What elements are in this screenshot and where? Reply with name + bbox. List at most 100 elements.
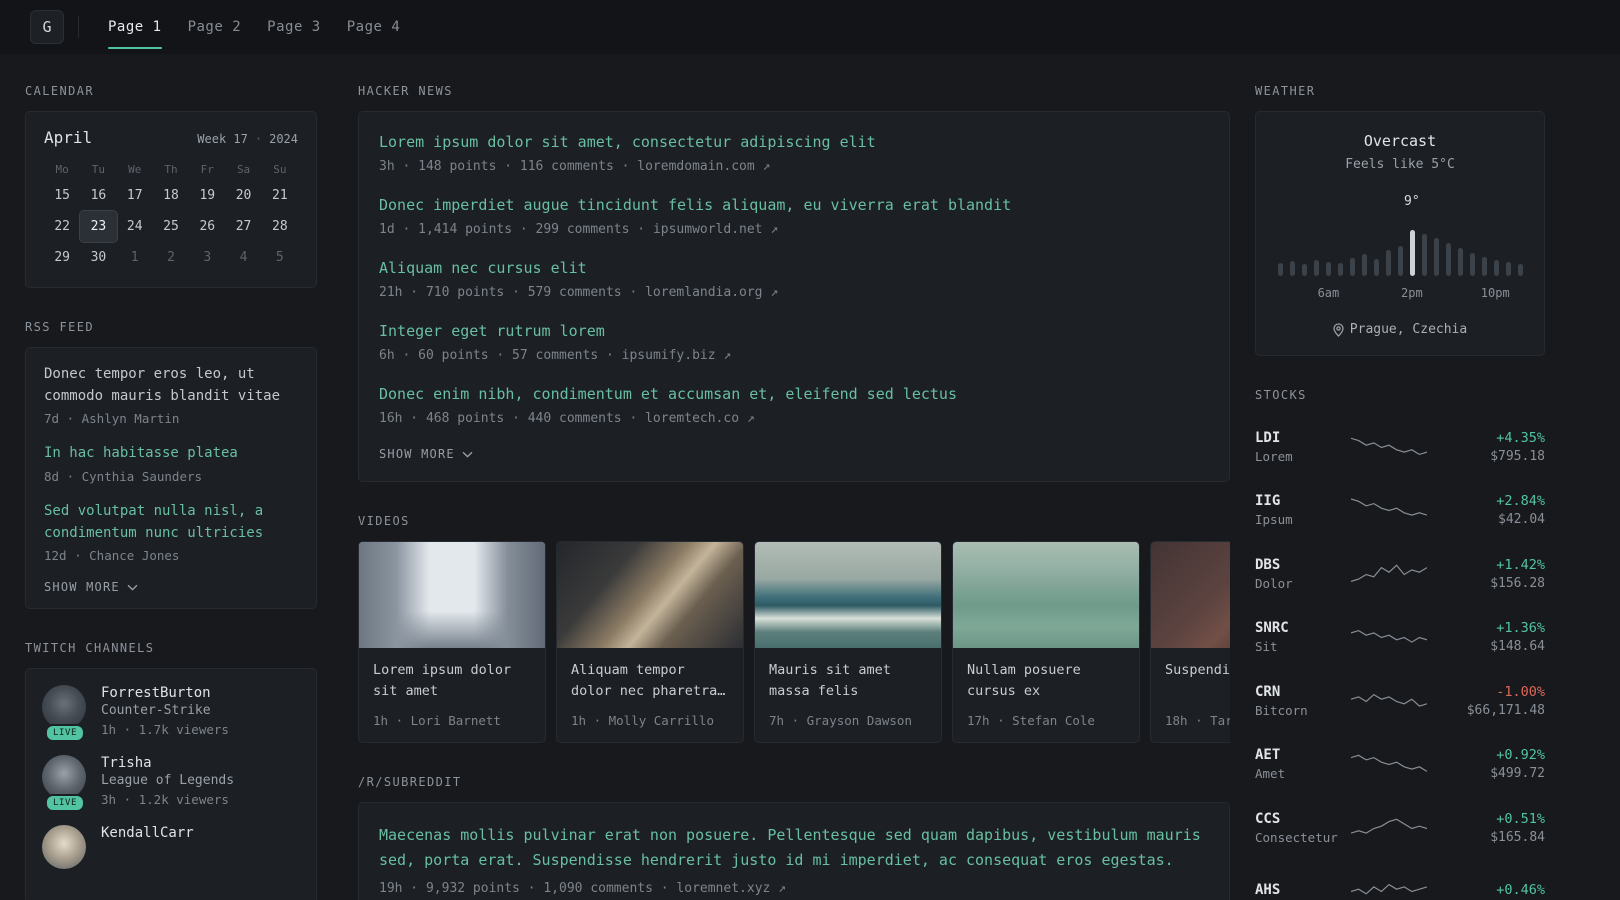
twitch-card: LIVE ForrestBurton Counter-Strike 1h · 1.7k…	[25, 668, 317, 900]
stock-change: +1.36%	[1496, 620, 1545, 637]
video-title[interactable]: Aliquam tempor dolor nec pharetra…	[571, 660, 729, 704]
video-thumbnail	[755, 542, 941, 648]
weather-bar	[1409, 230, 1415, 276]
stock-row: LDI Lorem +4.35% $795.18	[1255, 415, 1545, 479]
hackernews-item-title[interactable]: Aliquam nec cursus elit	[379, 258, 1209, 279]
rss-widget-title: RSS FEED	[25, 320, 94, 334]
hackernews-item-meta: 3h · 148 points · 116 comments · loremdo…	[379, 159, 1209, 174]
hackernews-item-title[interactable]: Donec enim nibh, condimentum et accumsan…	[379, 384, 1209, 405]
show-more-label: SHOW MORE	[44, 580, 120, 595]
calendar-day: 22	[54, 219, 70, 234]
video-title[interactable]: Mauris sit amet massa felis	[769, 660, 927, 704]
hackernews-item: Integer eget rutrum lorem 6h · 60 points …	[379, 321, 1209, 363]
calendar-week-year: Week 17 · 2024	[197, 132, 298, 146]
hackernews-item-title[interactable]: Donec imperdiet augue tincidunt felis al…	[379, 195, 1209, 216]
calendar-day-name: Sa	[236, 163, 251, 176]
twitch-channel-row[interactable]: KendallCarr	[42, 825, 300, 870]
weather-bar	[1385, 250, 1391, 276]
center-column: HACKER NEWS Lorem ipsum dolor sit amet, …	[358, 84, 1230, 900]
video-card[interactable]: Suspendisse diam 18h · Tara	[1150, 541, 1230, 743]
stock-row: IIG Ipsum +2.84% $42.04	[1255, 479, 1545, 543]
subreddit-widget-title: /R/SUBREDDIT	[358, 775, 462, 789]
hackernews-item-title[interactable]: Lorem ipsum dolor sit amet, consectetur …	[379, 132, 1209, 153]
calendar-day: 3	[203, 250, 212, 265]
twitch-channel-row[interactable]: LIVE Trisha League of Legends 3h · 1.2k vie…	[42, 755, 300, 813]
weather-bar	[1301, 264, 1307, 276]
hackernews-item-meta-text: 6h · 60 points · 57 comments ·	[379, 348, 622, 363]
chevron-down-icon	[462, 451, 473, 458]
stock-row: AHS +0.46%	[1255, 860, 1545, 900]
tab-page-3[interactable]: Page 3	[254, 0, 334, 54]
hackernews-item-title[interactable]: Integer eget rutrum lorem	[379, 321, 1209, 342]
subreddit-post-title[interactable]: Maecenas mollis pulvinar erat non posuer…	[379, 823, 1209, 873]
avatar	[42, 755, 86, 800]
stock-price: $156.28	[1490, 575, 1545, 591]
tab-page-4[interactable]: Page 4	[334, 0, 414, 54]
stock-ticker: DBS	[1255, 556, 1281, 573]
weather-bar	[1373, 259, 1379, 276]
rss-card: Donec tempor eros leo, ut commodo mauris…	[25, 347, 317, 610]
twitch-channel-row[interactable]: LIVE ForrestBurton Counter-Strike 1h · 1.7k…	[42, 685, 300, 743]
stock-change: +0.46%	[1496, 881, 1545, 898]
video-title[interactable]: Suspendisse diam	[1165, 660, 1230, 704]
avatar	[42, 825, 86, 870]
calendar-header-row: April Week 17 · 2024	[44, 128, 298, 147]
stock-sparkline	[1351, 498, 1427, 516]
hackernews-item-meta-text: 3h · 148 points · 116 comments ·	[379, 159, 638, 174]
video-title[interactable]: Nullam posuere cursus ex	[967, 660, 1125, 704]
hackernews-item: Donec imperdiet augue tincidunt felis al…	[379, 195, 1209, 237]
tab-page-1[interactable]: Page 1	[95, 0, 175, 54]
calendar-day: 27	[235, 219, 252, 234]
video-meta: 1h · Lori Barnett	[373, 713, 501, 728]
calendar-day: 15	[54, 188, 70, 203]
subreddit-post-domain-link[interactable]: loremnet.xyz ↗	[676, 881, 786, 896]
calendar-widget: CALENDAR April Week 17 · 2024 Mo Tu We Th Fr…	[25, 84, 317, 288]
show-more-button[interactable]: SHOW MORE	[379, 447, 1209, 461]
weather-widget-title: WEATHER	[1255, 84, 1316, 98]
stock-info: AET Amet	[1255, 747, 1351, 781]
hackernews-item: Lorem ipsum dolor sit amet, consectetur …	[379, 132, 1209, 174]
hackernews-item-domain-link[interactable]: loremdomain.com ↗	[637, 159, 770, 174]
calendar-day-names: Mo Tu We Th Fr Sa Su	[44, 163, 298, 176]
rss-item-title[interactable]: Donec tempor eros leo, ut commodo mauris…	[44, 364, 298, 407]
hackernews-item-domain-link[interactable]: loremlandia.org ↗	[645, 285, 778, 300]
twitch-avatar-wrap: LIVE	[42, 685, 88, 743]
video-thumbnail	[953, 542, 1139, 648]
stock-price: $499.72	[1490, 766, 1545, 782]
hackernews-widget: HACKER NEWS Lorem ipsum dolor sit amet, …	[358, 84, 1230, 482]
stock-name: Amet	[1255, 766, 1286, 782]
calendar-day: 25	[163, 219, 179, 234]
video-card[interactable]: Lorem ipsum dolor sit amet consectetu… 1h…	[358, 541, 546, 743]
video-card[interactable]: Mauris sit amet massa felis 7h · Grayson …	[754, 541, 942, 743]
weather-bar	[1481, 257, 1487, 276]
tab-page-2[interactable]: Page 2	[175, 0, 255, 54]
calendar-day-name: Tu	[91, 163, 106, 176]
video-title[interactable]: Lorem ipsum dolor sit amet consectetu…	[373, 660, 531, 704]
show-more-button[interactable]: SHOW MORE	[44, 580, 298, 594]
stock-values: +1.36% $148.64	[1427, 620, 1545, 654]
weather-bar	[1397, 246, 1403, 276]
stock-values: +0.51% $165.84	[1427, 811, 1545, 845]
videos-row: Lorem ipsum dolor sit amet consectetu… 1h…	[358, 541, 1230, 743]
hackernews-item-domain-link[interactable]: ipsumify.biz ↗	[622, 348, 732, 363]
stock-ticker: AET	[1255, 747, 1281, 764]
stock-price: $165.84	[1490, 829, 1545, 845]
weather-bar	[1517, 264, 1523, 276]
stock-sparkline	[1351, 564, 1427, 582]
rss-item-title[interactable]: Sed volutpat nulla nisl, a condimentum n…	[44, 501, 298, 544]
video-card-body: Nullam posuere cursus ex 17h · Stefan Col…	[953, 648, 1139, 742]
calendar-day: 29	[54, 250, 70, 265]
calendar-day: 16	[90, 188, 107, 203]
weather-time-label: 2pm	[1401, 286, 1423, 300]
video-card[interactable]: Aliquam tempor dolor nec pharetra… 1h · M…	[556, 541, 744, 743]
video-meta: 18h · Tara	[1165, 713, 1230, 728]
rss-item: Sed volutpat nulla nisl, a condimentum n…	[44, 501, 298, 563]
live-badge: LIVE	[44, 794, 86, 813]
app-logo[interactable]: G	[30, 10, 64, 44]
hackernews-item-domain-link[interactable]: ipsumworld.net ↗	[653, 222, 778, 237]
rss-item-title[interactable]: In hac habitasse platea	[44, 443, 298, 465]
rss-item-meta: 7d · Ashlyn Martin	[44, 411, 180, 427]
stock-sparkline	[1351, 437, 1427, 455]
video-card[interactable]: Nullam posuere cursus ex 17h · Stefan Col…	[952, 541, 1140, 743]
hackernews-item-domain-link[interactable]: loremtech.co ↗	[645, 411, 755, 426]
